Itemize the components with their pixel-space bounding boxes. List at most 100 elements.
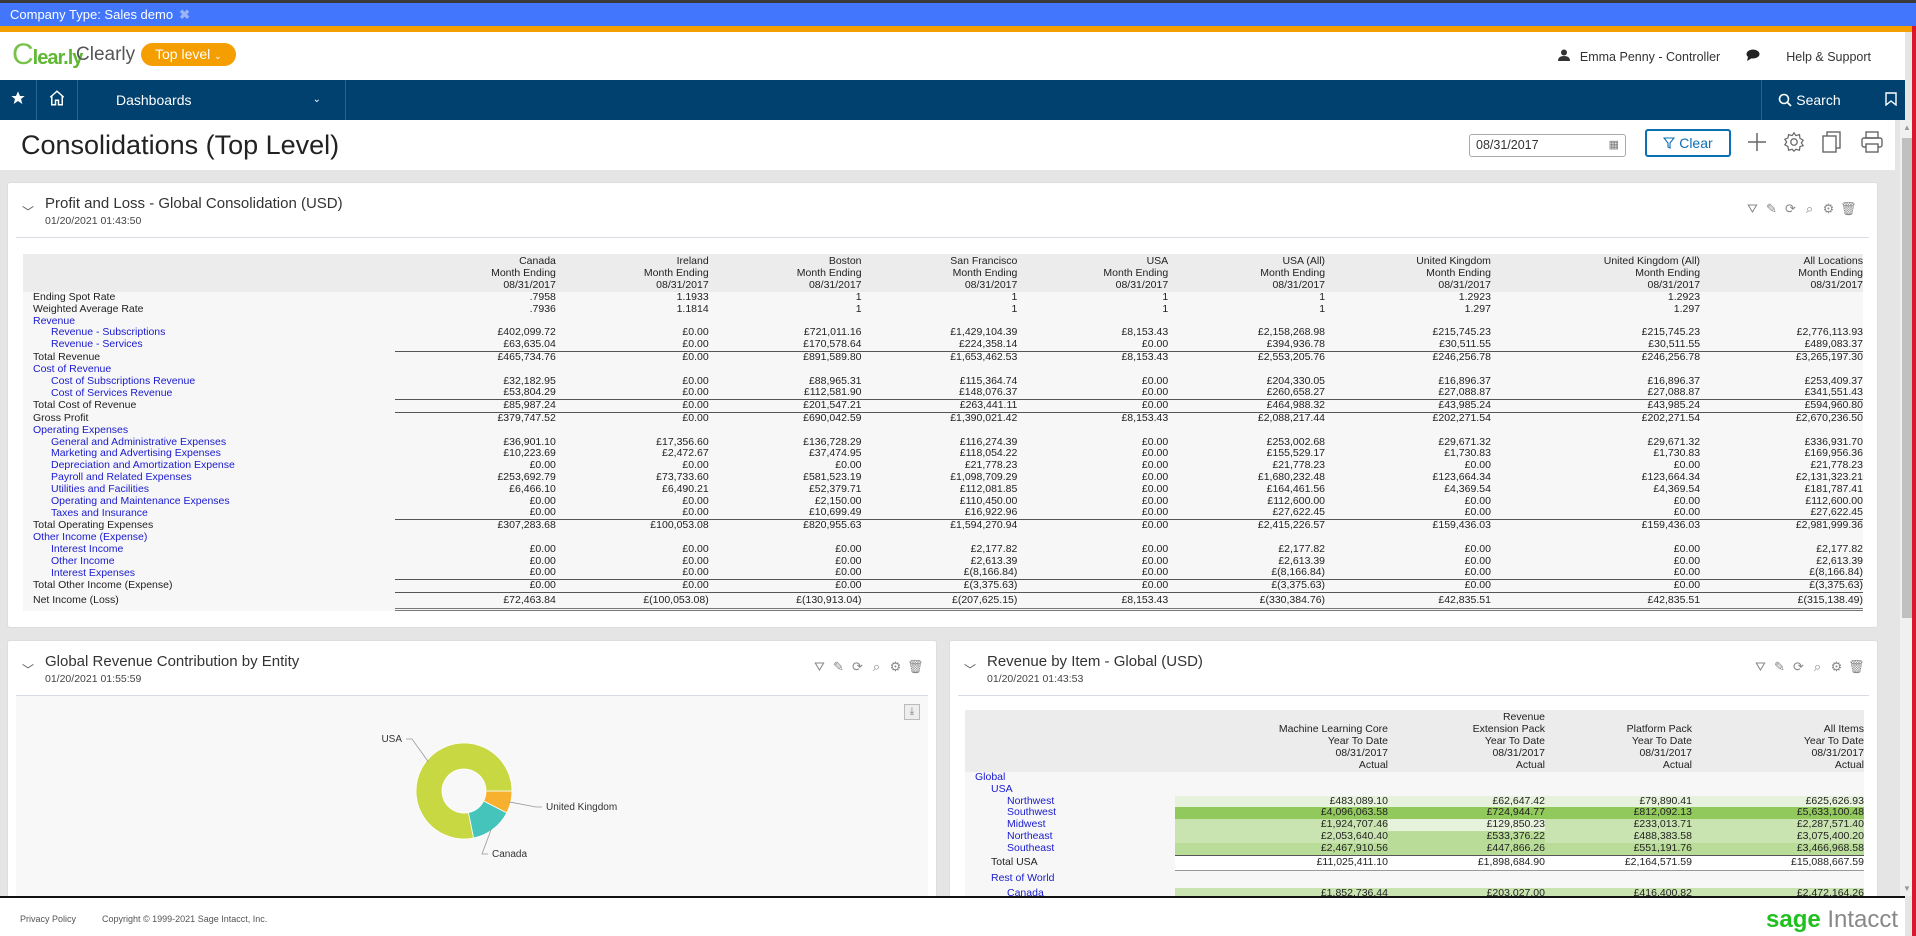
- row-label[interactable]: Other Income: [23, 555, 395, 568]
- entity-level-dropdown[interactable]: Top level ⌄: [141, 43, 236, 66]
- row-label[interactable]: Midwest: [965, 818, 1175, 831]
- cell-value: £246,256.78: [1490, 350, 1701, 364]
- scroll-down-icon[interactable]: ▼: [1903, 884, 1911, 893]
- chevron-down-icon: ⌄: [312, 94, 321, 105]
- download-icon[interactable]: ⤓: [904, 704, 920, 720]
- row-label[interactable]: Operating Expenses: [23, 424, 395, 437]
- cell-value: £(315,138.49): [1700, 591, 1863, 611]
- column-header-line: 08/31/2017: [1811, 747, 1864, 759]
- row-label: Total Other Income (Expense): [33, 579, 173, 592]
- chat-icon[interactable]: [1746, 49, 1760, 64]
- table-row: Payroll and Related Expenses £253,692.79 £…: [23, 471, 1863, 484]
- collapse-chevron-icon[interactable]: ﹀: [22, 203, 34, 220]
- gear-icon[interactable]: ⚙: [1821, 201, 1836, 217]
- filter-icon[interactable]: ⛛: [1753, 659, 1768, 675]
- cell-value: [1175, 870, 1388, 888]
- refresh-icon[interactable]: ⟳: [850, 659, 865, 675]
- filter-icon[interactable]: ⛛: [812, 659, 827, 675]
- row-label[interactable]: Southeast: [965, 842, 1175, 855]
- user-menu[interactable]: Emma Penny - Controller: [1580, 50, 1720, 64]
- cell-value: £27,622.45: [1272, 506, 1326, 519]
- table-row: Total USA £11,025,411.10 £1,898,684.90 £2,1…: [965, 854, 1864, 871]
- row-label[interactable]: Interest Income: [23, 543, 395, 556]
- column-header-line: Month Ending: [1798, 267, 1863, 279]
- column-header-line: United Kingdom: [1416, 255, 1491, 267]
- refresh-icon[interactable]: ⟳: [1791, 659, 1806, 675]
- add-icon[interactable]: [1746, 131, 1768, 159]
- label-column-header: [23, 254, 396, 292]
- cell-value: £820,955.63: [708, 519, 862, 532]
- collapse-chevron-icon[interactable]: ﹀: [22, 661, 34, 678]
- cell-value: £159,436.03: [1490, 519, 1701, 532]
- scroll-up-icon[interactable]: ▲: [1903, 123, 1911, 132]
- copy-icon[interactable]: [1822, 131, 1842, 159]
- row-label[interactable]: USA: [965, 783, 1175, 796]
- row-label[interactable]: Interest Expenses: [23, 567, 395, 579]
- row-label[interactable]: Taxes and Insurance: [23, 507, 395, 519]
- cell-value: £489,083.37: [1804, 338, 1863, 351]
- edit-icon[interactable]: ✎: [1764, 201, 1779, 217]
- row-label[interactable]: Revenue - Subscriptions: [23, 327, 395, 339]
- row-label[interactable]: Revenue - Services: [23, 338, 395, 351]
- table-row: Operating Expenses: [23, 424, 1863, 437]
- trash-icon[interactable]: 🗑: [1848, 659, 1865, 675]
- row-label[interactable]: Other Income (Expense): [23, 531, 395, 544]
- row-label[interactable]: Northwest: [965, 795, 1175, 808]
- cell-value: £341,551.43: [1804, 386, 1863, 399]
- column-header-line: 08/31/2017: [1272, 279, 1326, 291]
- filter-icon[interactable]: ⛛: [1745, 201, 1760, 217]
- row-label[interactable]: Operating and Maintenance Expenses: [23, 495, 395, 508]
- cell-value: £85,987.24: [395, 399, 556, 413]
- clear-filter-button[interactable]: Clear: [1645, 129, 1731, 157]
- as-of-date-input[interactable]: 08/31/2017 ▦: [1469, 134, 1626, 157]
- bookmark-button[interactable]: [1876, 80, 1905, 120]
- help-support-link[interactable]: Help & Support: [1786, 50, 1871, 64]
- edit-icon[interactable]: ✎: [831, 659, 846, 675]
- zoom-icon[interactable]: ⌕: [869, 659, 884, 675]
- calendar-icon[interactable]: ▦: [1609, 135, 1619, 156]
- row-label[interactable]: Cost of Revenue: [23, 363, 395, 376]
- cell-value: 1: [1319, 291, 1326, 303]
- home-button[interactable]: [37, 80, 78, 120]
- column-header: San Francisco Month Ending 08/31/2017: [861, 254, 1018, 292]
- cell-value: 1: [1162, 291, 1169, 303]
- settings-icon[interactable]: [1783, 131, 1805, 159]
- zoom-icon[interactable]: ⌕: [1810, 659, 1825, 675]
- trash-icon[interactable]: 🗑: [1840, 201, 1857, 217]
- cell-value: £379,747.52: [395, 411, 556, 425]
- row-label[interactable]: Rest of World: [965, 870, 1175, 888]
- favorites-button[interactable]: [0, 80, 37, 120]
- column-header-line: All Locations: [1803, 255, 1863, 267]
- print-icon[interactable]: [1861, 131, 1883, 159]
- panel-timestamp: 01/20/2021 01:43:53: [987, 673, 1084, 685]
- column-header: Ireland Month Ending 08/31/2017: [555, 254, 709, 292]
- zoom-icon[interactable]: ⌕: [1802, 201, 1817, 217]
- column-header-line: Year To Date: [1484, 735, 1545, 747]
- row-label[interactable]: Cost of Subscriptions Revenue: [23, 375, 395, 388]
- column-header-line: 08/31/2017: [1647, 279, 1701, 291]
- row-label[interactable]: Utilities and Facilities: [23, 483, 395, 496]
- gear-icon[interactable]: ⚙: [888, 659, 903, 675]
- profit-loss-table: Canada Month Ending 08/31/2017 Ireland Month…: [23, 254, 1863, 611]
- collapse-chevron-icon[interactable]: ﹀: [964, 661, 976, 678]
- row-label[interactable]: Cost of Services Revenue: [23, 387, 395, 399]
- cell-value: [1017, 425, 1168, 437]
- table-row: Northeast £2,053,640.40 £533,376.22 £488,38…: [965, 830, 1864, 843]
- search-button[interactable]: Search: [1761, 80, 1857, 120]
- cell-value: £6,490.21: [661, 482, 709, 495]
- close-icon[interactable]: ✖: [179, 7, 190, 22]
- cell-value: £(330,384.76): [1168, 591, 1326, 611]
- trash-icon[interactable]: 🗑: [907, 659, 924, 675]
- edit-icon[interactable]: ✎: [1772, 659, 1787, 675]
- cell-value: [395, 425, 556, 437]
- row-label[interactable]: Northeast: [965, 830, 1175, 843]
- row-label[interactable]: Payroll and Related Expenses: [23, 471, 395, 484]
- gear-icon[interactable]: ⚙: [1829, 659, 1844, 675]
- refresh-icon[interactable]: ⟳: [1783, 201, 1798, 217]
- dashboards-menu[interactable]: Dashboards ⌄: [96, 80, 346, 120]
- cell-value: [1692, 784, 1864, 796]
- cell-value: £0.00: [682, 566, 709, 579]
- privacy-policy-link[interactable]: Privacy Policy: [20, 914, 76, 924]
- row-label[interactable]: Southwest: [965, 807, 1175, 819]
- cell-value: £8,153.43: [1017, 350, 1169, 364]
